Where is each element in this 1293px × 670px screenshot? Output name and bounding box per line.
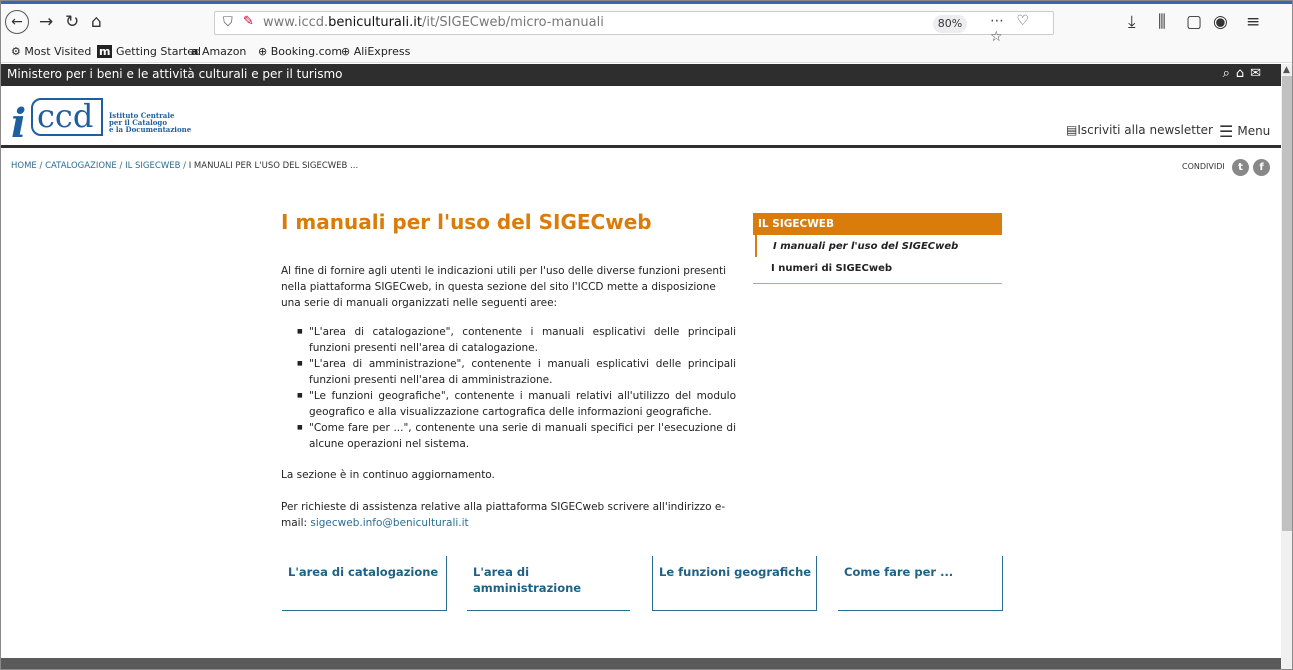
download-icon[interactable]: ⤓ — [1128, 12, 1136, 32]
newsletter-icon: ▤ — [1066, 123, 1078, 137]
browser-window: ← → ↻ ⌂ ⛉ ✎ www.iccd.beniculturali.it/it… — [0, 0, 1293, 670]
forward-icon[interactable]: → — [39, 12, 53, 32]
library-icon[interactable]: ⫼ — [1158, 12, 1166, 32]
sidebar-item-manuali[interactable]: I manuali per l'uso del SIGECweb — [755, 235, 1002, 257]
breadcrumb-catalogazione[interactable]: CATALOGAZIONE — [45, 161, 117, 171]
email-link[interactable]: sigecweb.info@beniculturali.it — [310, 517, 468, 529]
intro-paragraph: Al fine di fornire agli utenti le indica… — [281, 265, 727, 309]
site-header: i ccd Istituto Centrale per il Catalogo … — [1, 86, 1281, 148]
menu-icon: ☰ — [1219, 122, 1234, 141]
list-item: "Le funzioni geografiche", contenente i … — [297, 388, 736, 420]
ministry-link[interactable]: Ministero per i beni e le attività cultu… — [7, 67, 342, 81]
bookmarks-bar: ⚙ Most Visited m Getting Started a Amazo… — [1, 41, 1292, 63]
zoom-level[interactable]: 80% — [933, 15, 967, 33]
update-note: La sezione è in continuo aggiornamento. — [281, 469, 495, 481]
logo-text[interactable]: Istituto Centrale per il Catalogo e la D… — [109, 112, 191, 133]
menu-button[interactable]: ☰ Menu — [1219, 122, 1270, 141]
ministry-icons[interactable]: ⌕⌂✉ — [1223, 66, 1267, 81]
bookmark-aliexpress[interactable]: ⊕ AliExpress — [341, 45, 410, 58]
share-label: CONDIVIDI — [1182, 162, 1225, 171]
bookmark-most-visited[interactable]: ⚙ Most Visited — [11, 45, 91, 58]
areas-list: "L'area di catalogazione", contenente i … — [297, 324, 736, 452]
breadcrumb-home[interactable]: HOME — [11, 161, 37, 171]
sidebar-item-numeri[interactable]: I numeri di SIGECweb — [753, 257, 1002, 279]
footer-bar — [1, 658, 1281, 669]
sidebar-icon[interactable]: ▢ — [1186, 12, 1202, 32]
list-item: "Come fare per ...", contenente una seri… — [297, 420, 736, 452]
sidebar-divider — [753, 283, 1002, 284]
logo-i[interactable]: i — [11, 100, 26, 147]
url-text[interactable]: www.iccd.beniculturali.it/it/SIGECweb/mi… — [263, 15, 604, 30]
list-item: "L'area di amministrazione", contenente … — [297, 356, 736, 388]
url-bar[interactable]: ⛉ ✎ www.iccd.beniculturali.it/it/SIGECwe… — [214, 11, 1054, 45]
breadcrumb-current: I MANUALI PER L'USO DEL SIGECWEB ... — [188, 161, 359, 171]
scrollbar-thumb[interactable] — [1282, 76, 1292, 531]
page-title: I manuali per l'uso del SIGECweb — [281, 210, 652, 234]
logo-ccd[interactable]: ccd — [31, 98, 103, 136]
hamburger-icon[interactable]: ≡ — [1246, 12, 1260, 32]
twitter-icon[interactable]: t — [1232, 159, 1249, 176]
browser-toolbar: ← → ↻ ⌂ ⛉ ✎ www.iccd.beniculturali.it/it… — [1, 1, 1292, 45]
sidebar-nav: IL SIGECWEB I manuali per l'uso del SIGE… — [753, 213, 1002, 284]
home-icon[interactable]: ⌂ — [91, 12, 102, 32]
sidebar-heading[interactable]: IL SIGECWEB — [753, 213, 1002, 235]
account-icon[interactable]: ◉ — [1213, 12, 1228, 32]
card-funzioni-geografiche[interactable]: Le funzioni geografiche — [652, 556, 817, 611]
reload-icon[interactable]: ↻ — [65, 12, 79, 32]
bookmark-amazon[interactable]: a Amazon — [191, 45, 246, 58]
shield-icon[interactable]: ⛉ — [223, 15, 233, 30]
facebook-icon[interactable]: f — [1253, 159, 1270, 176]
newsletter-link[interactable]: ▤Iscriviti alla newsletter — [1066, 123, 1213, 137]
back-icon[interactable]: ← — [5, 10, 29, 34]
scroll-up-icon[interactable]: ▲ — [1283, 65, 1290, 75]
list-item: "L'area di catalogazione", contenente i … — [297, 324, 736, 356]
permission-icon[interactable]: ✎ — [243, 14, 254, 29]
breadcrumb-sigecweb[interactable]: IL SIGECWEB — [125, 161, 180, 171]
assistance-paragraph: Per richieste di assistenza relative all… — [281, 501, 726, 529]
card-catalogazione[interactable]: L'area di catalogazione — [282, 556, 447, 611]
card-amministrazione[interactable]: L'area di amministrazione — [467, 556, 630, 611]
breadcrumb: HOME / CATALOGAZIONE / IL SIGECWEB / I M… — [11, 161, 359, 171]
ministry-bar: Ministero per i beni e le attività cultu… — [1, 64, 1281, 86]
card-come-fare[interactable]: Come fare per ... — [838, 556, 1003, 611]
bookmark-booking[interactable]: ⊕ Booking.com — [258, 45, 342, 58]
bookmark-getting-started[interactable]: m Getting Started — [97, 45, 201, 58]
